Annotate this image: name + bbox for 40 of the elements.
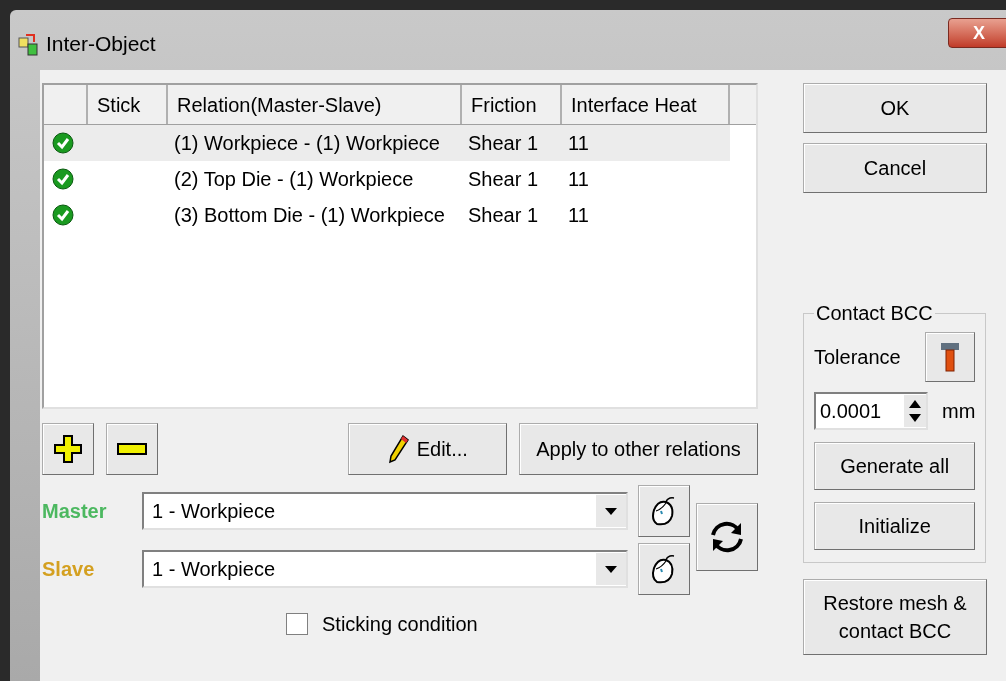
friction-cell-text: Shear 1 [467,203,540,228]
window-title: Inter-Object [46,31,156,57]
restore-button[interactable]: Restore mesh & contact BCC [803,579,987,655]
sticking-label: Sticking condition [322,612,478,637]
object-dropdown[interactable]: 1 - Workpiece [142,492,628,530]
pick-button[interactable] [638,543,690,595]
selector-label: Master [42,499,108,524]
spinner-icon [904,395,926,427]
relation-row[interactable]: (1) Workpiece - (1) Workpiece Shear 1 11 [44,125,730,161]
group-title: Contact BCC [815,301,934,326]
add-button[interactable] [42,423,94,475]
dialog-button[interactable]: Cancel [803,143,987,193]
dialog-button[interactable]: OK [803,83,987,133]
friction-cell-text: Shear 1 [467,131,540,156]
generate-button[interactable]: Generate all [814,442,976,490]
swap-button[interactable] [696,503,758,571]
heat-cell-text: 11 [567,167,589,192]
pencil-icon [386,434,409,464]
hammer-icon [939,341,962,373]
plus-icon [52,434,83,464]
minus-icon [116,443,147,455]
friction-cell-text: Shear 1 [467,167,540,192]
hammer-button[interactable] [925,332,976,382]
object-dropdown[interactable]: 1 - Workpiece [142,550,628,588]
sticking-checkbox[interactable] [286,613,308,635]
edit-button[interactable]: Edit... [347,423,507,475]
remove-button[interactable] [105,423,158,475]
heat-cell-text: 11 [567,203,589,228]
relation-cell-text: (3) Bottom Die - (1) Workpiece [173,203,446,228]
relation-cell-text: (2) Top Die - (1) Workpiece [173,167,415,192]
relation-cell-text: (1) Workpiece - (1) Workpiece [173,131,441,156]
pick-button[interactable] [638,485,690,537]
tolerance-field[interactable]: 0.0001 [814,392,928,430]
heat-cell-text: 11 [567,131,589,156]
tolerance-label: Tolerance [814,345,901,370]
selector-label: Slave [42,557,96,582]
cubes-icon [18,31,40,56]
apply-button[interactable]: Apply to other relations [518,423,758,475]
initialize-button[interactable]: Initialize [814,502,976,550]
unit-label: mm [942,399,976,424]
